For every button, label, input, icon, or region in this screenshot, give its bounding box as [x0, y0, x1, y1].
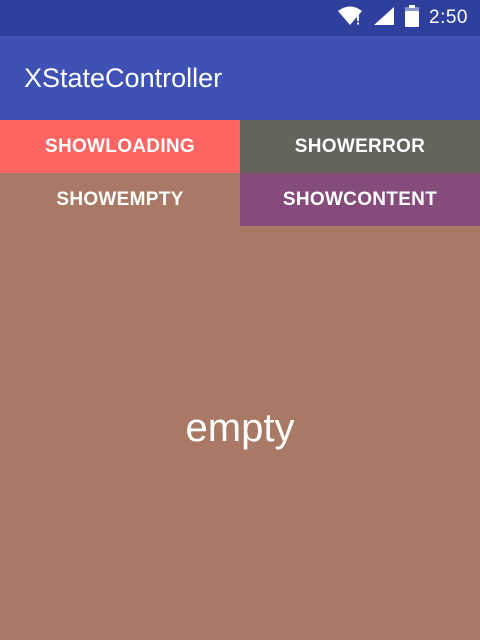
show-empty-button[interactable]: SHOWEMPTY — [0, 173, 240, 226]
show-content-button[interactable]: SHOWCONTENT — [240, 173, 480, 226]
show-loading-button[interactable]: SHOWLOADING — [0, 120, 240, 173]
app-bar: XStateController — [0, 36, 480, 120]
empty-state-view: empty — [0, 226, 480, 640]
battery-icon — [405, 4, 420, 32]
empty-state-text: empty — [185, 405, 295, 450]
app-screen: 2:50 XStateController SHOWLOADING SHOWER… — [0, 0, 480, 640]
signal-icon — [373, 6, 395, 31]
status-icons: 2:50 — [337, 0, 468, 36]
wifi-icon — [337, 6, 363, 31]
app-title: XStateController — [24, 62, 223, 93]
status-time: 2:50 — [429, 7, 468, 28]
show-error-button[interactable]: SHOWERROR — [240, 120, 480, 173]
status-bar: 2:50 — [0, 0, 480, 36]
